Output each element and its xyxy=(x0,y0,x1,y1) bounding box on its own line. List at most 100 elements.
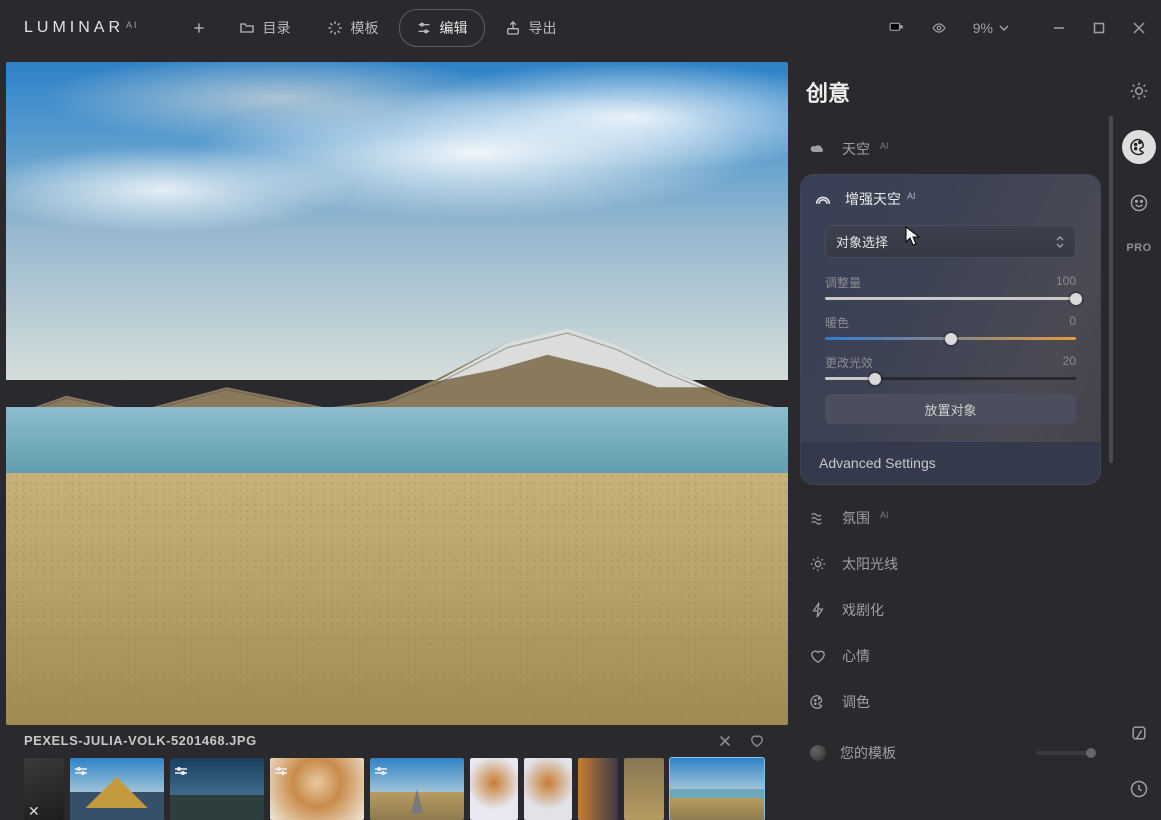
chevron-down-icon xyxy=(999,25,1009,31)
nav-export[interactable]: 导出 xyxy=(489,10,573,46)
rail-history-button[interactable] xyxy=(1122,772,1156,806)
pro-label: PRO xyxy=(1126,242,1151,254)
sparkle-icon xyxy=(327,20,343,36)
your-templates-row[interactable]: 您的模板 xyxy=(800,725,1101,773)
filmstrip: ✕ xyxy=(24,758,764,820)
tool-toning[interactable]: 调色 xyxy=(800,679,1101,725)
thumbnail[interactable] xyxy=(270,758,364,820)
slider-warmth[interactable]: 暖色 0 xyxy=(825,314,1076,340)
thumbnail-selected[interactable] xyxy=(670,758,764,820)
ai-badge: AI xyxy=(907,191,916,201)
panel-title: 创意 xyxy=(806,76,1097,108)
bolt-icon xyxy=(810,602,826,618)
tool-dramatic[interactable]: 戏剧化 xyxy=(800,587,1101,633)
tool-atmosphere[interactable]: 氛围 AI xyxy=(800,495,1101,541)
ai-badge: AI xyxy=(880,141,889,151)
thumbnail[interactable] xyxy=(578,758,618,820)
nav-edit-label: 编辑 xyxy=(440,18,468,38)
rail-light-button[interactable] xyxy=(1122,74,1156,108)
image-preview[interactable] xyxy=(6,62,788,725)
thumbnail[interactable] xyxy=(624,758,664,820)
export-icon xyxy=(505,20,521,36)
remove-thumb-icon[interactable]: ✕ xyxy=(28,804,40,818)
eye-icon[interactable] xyxy=(929,21,949,35)
zoom-dropdown[interactable]: 9% xyxy=(973,20,1009,36)
nav-catalog[interactable]: 目录 xyxy=(223,10,307,46)
smile-icon xyxy=(1129,193,1149,213)
tool-card-sky-enhance: 增强天空 AI 对象选择 调整量 100 暖色 0 xyxy=(800,174,1101,485)
select-label: 对象选择 xyxy=(836,232,888,251)
cloud-icon xyxy=(810,141,826,157)
advanced-settings-toggle[interactable]: Advanced Settings xyxy=(801,442,1100,484)
add-button[interactable] xyxy=(179,12,219,44)
zoom-value: 9% xyxy=(973,20,993,36)
tool-sunrays[interactable]: 太阳光线 xyxy=(800,541,1101,587)
template-dot-icon xyxy=(810,745,826,761)
heart-icon xyxy=(810,648,826,664)
tool-label: 戏剧化 xyxy=(842,600,884,620)
slider-label: 暖色 xyxy=(825,314,849,331)
slider-label: 更改光效 xyxy=(825,354,873,371)
panel-scrollbar[interactable] xyxy=(1109,116,1113,626)
slider-label: 调整量 xyxy=(825,274,861,291)
logo-badge: AI xyxy=(126,20,139,30)
minimize-icon[interactable] xyxy=(1053,22,1065,34)
slider-value: 100 xyxy=(1056,274,1076,291)
rail-face-button[interactable] xyxy=(1122,186,1156,220)
palette-icon xyxy=(810,694,826,710)
thumbnail[interactable] xyxy=(370,758,464,820)
tool-label: 太阳光线 xyxy=(842,554,898,574)
thumbnail[interactable] xyxy=(470,758,518,820)
nav-catalog-label: 目录 xyxy=(263,18,291,38)
sun-icon xyxy=(1129,81,1149,101)
maximize-icon[interactable] xyxy=(1093,22,1105,34)
filename-label: PEXELS-JULIA-VOLK-5201468.JPG xyxy=(24,733,257,748)
logo-text: LUMINAR xyxy=(24,19,124,37)
history-icon xyxy=(1129,779,1149,799)
thumbnail[interactable] xyxy=(170,758,264,820)
close-icon[interactable] xyxy=(1133,22,1145,34)
rail-crop-button[interactable] xyxy=(1122,716,1156,750)
card-title: 增强天空 xyxy=(845,189,901,209)
advanced-label: Advanced Settings xyxy=(819,455,936,471)
updown-icon xyxy=(1055,235,1065,249)
object-select-dropdown[interactable]: 对象选择 xyxy=(825,225,1076,258)
folder-icon xyxy=(239,20,255,36)
place-object-label: 放置对象 xyxy=(924,400,976,419)
tool-label: 心情 xyxy=(842,646,870,666)
tool-mood[interactable]: 心情 xyxy=(800,633,1101,679)
card-header[interactable]: 增强天空 AI xyxy=(801,175,1100,223)
sliders-icon xyxy=(416,20,432,36)
thumbnail[interactable]: ✕ xyxy=(24,758,64,820)
tool-label: 氛围 xyxy=(842,508,870,528)
rainbow-icon xyxy=(815,193,831,205)
crop-icon xyxy=(1129,723,1149,743)
slider-relight[interactable]: 更改光效 20 xyxy=(825,354,1076,380)
template-strength-slider[interactable] xyxy=(1036,751,1091,755)
tool-sky-label: 天空 xyxy=(842,139,870,159)
plus-icon xyxy=(191,20,207,36)
slider-value: 20 xyxy=(1063,354,1076,371)
nav-templates-label: 模板 xyxy=(351,18,379,38)
reject-icon[interactable] xyxy=(718,734,732,748)
place-object-button[interactable]: 放置对象 xyxy=(825,394,1076,424)
palette-icon xyxy=(1129,137,1149,157)
templates-label: 您的模板 xyxy=(840,743,896,763)
tool-sky[interactable]: 天空 AI xyxy=(800,126,1101,172)
nav-export-label: 导出 xyxy=(529,18,557,38)
thumbnail[interactable] xyxy=(70,758,164,820)
waves-icon xyxy=(810,510,826,526)
rail-creative-button[interactable] xyxy=(1122,130,1156,164)
favorite-icon[interactable] xyxy=(750,734,764,748)
nav-templates[interactable]: 模板 xyxy=(311,10,395,46)
compare-icon[interactable] xyxy=(887,21,905,35)
app-logo: LUMINAR AI xyxy=(24,19,139,37)
slider-value: 0 xyxy=(1069,314,1076,331)
tool-label: 调色 xyxy=(842,692,870,712)
slider-amount[interactable]: 调整量 100 xyxy=(825,274,1076,300)
sunrays-icon xyxy=(810,556,826,572)
thumbnail[interactable] xyxy=(524,758,572,820)
ai-badge: AI xyxy=(880,510,889,520)
rail-pro-button[interactable]: PRO xyxy=(1126,242,1151,254)
nav-edit[interactable]: 编辑 xyxy=(399,9,485,47)
